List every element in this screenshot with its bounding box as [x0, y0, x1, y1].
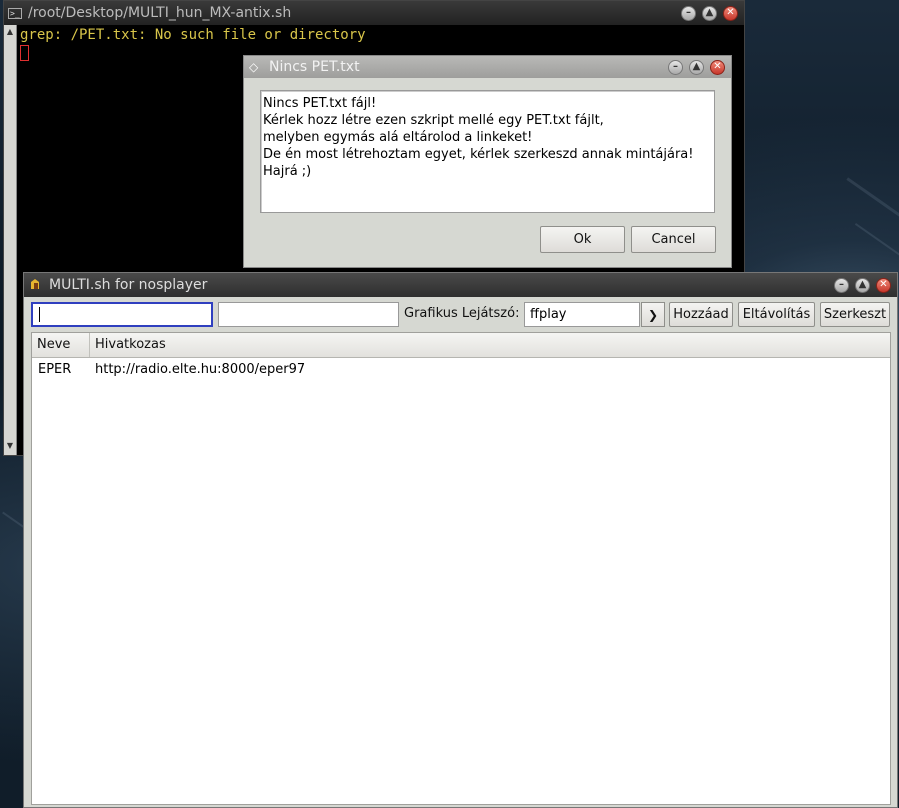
- dialog-titlebar[interactable]: ◇ Nincs PET.txt – ▲ ✕: [244, 56, 731, 78]
- message-line: De én most létrehoztam egyet, kérlek sze…: [263, 147, 694, 162]
- minimize-button[interactable]: –: [668, 59, 683, 75]
- message-dialog: ◇ Nincs PET.txt – ▲ ✕ Nincs PET.txt fájl…: [243, 55, 732, 268]
- main-window: MULTI.sh for nosplayer – ▲ ✕ Grafikus Le…: [23, 272, 898, 808]
- scroll-down-icon[interactable]: ▼: [4, 441, 16, 453]
- stations-table[interactable]: Neve Hivatkozas EPER http://radio.elte.h…: [31, 332, 891, 805]
- house-icon: [29, 278, 43, 292]
- minimize-button[interactable]: –: [834, 277, 849, 293]
- main-titlebar[interactable]: MULTI.sh for nosplayer – ▲ ✕: [24, 273, 897, 297]
- column-header-link[interactable]: Hivatkozas: [90, 333, 890, 357]
- scroll-up-icon[interactable]: ▲: [4, 27, 16, 39]
- main-title: MULTI.sh for nosplayer: [49, 277, 208, 293]
- column-header-name[interactable]: Neve: [32, 333, 90, 357]
- diamond-icon: ◇: [249, 60, 259, 74]
- table-row[interactable]: EPER http://radio.elte.hu:8000/eper97: [32, 358, 890, 382]
- minimize-button[interactable]: –: [681, 5, 696, 21]
- name-input[interactable]: [31, 302, 213, 327]
- terminal-title: /root/Desktop/MULTI_hun_MX-antix.sh: [28, 5, 292, 21]
- row-name-cell: EPER: [38, 362, 72, 377]
- message-text-area[interactable]: Nincs PET.txt fájl! Kérlek hozz létre ez…: [260, 90, 715, 213]
- message-line: Hajrá ;): [263, 164, 312, 179]
- terminal-cursor: [20, 45, 29, 61]
- remove-button[interactable]: Eltávolítás: [738, 302, 815, 327]
- dialog-title: Nincs PET.txt: [269, 59, 360, 75]
- terminal-icon: >_: [8, 7, 22, 19]
- close-button[interactable]: ✕: [723, 5, 738, 21]
- toolbar: Grafikus Lejátszó: ffplay ❯ Hozzáad Eltá…: [24, 302, 897, 329]
- message-line: Nincs PET.txt fájl!: [263, 96, 377, 111]
- row-link-cell: http://radio.elte.hu:8000/eper97: [95, 362, 306, 377]
- maximize-button[interactable]: ▲: [689, 59, 704, 75]
- terminal-scrollbar[interactable]: ▲ ▼: [4, 25, 17, 455]
- link-input[interactable]: [218, 302, 399, 327]
- edit-button[interactable]: Szerkeszt: [820, 302, 890, 327]
- maximize-button[interactable]: ▲: [855, 277, 870, 293]
- terminal-titlebar[interactable]: >_ /root/Desktop/MULTI_hun_MX-antix.sh –…: [4, 1, 744, 25]
- table-header: Neve Hivatkozas: [32, 333, 890, 358]
- cancel-button[interactable]: Cancel: [631, 226, 716, 253]
- add-button[interactable]: Hozzáad: [669, 302, 733, 327]
- ok-button[interactable]: Ok: [540, 226, 625, 253]
- message-line: Kérlek hozz létre ezen szkript mellé egy…: [263, 113, 604, 128]
- close-button[interactable]: ✕: [876, 277, 891, 293]
- player-select-value[interactable]: ffplay: [524, 302, 640, 327]
- terminal-output-line: grep: /PET.txt: No such file or director…: [20, 27, 366, 43]
- chevron-down-icon[interactable]: ❯: [641, 302, 665, 327]
- player-label: Grafikus Lejátszó:: [404, 306, 520, 321]
- close-button[interactable]: ✕: [710, 59, 725, 75]
- maximize-button[interactable]: ▲: [702, 5, 717, 21]
- message-line: melyben egymás alá eltárolod a linkeket!: [263, 130, 533, 145]
- player-combo[interactable]: ffplay ❯: [524, 302, 665, 327]
